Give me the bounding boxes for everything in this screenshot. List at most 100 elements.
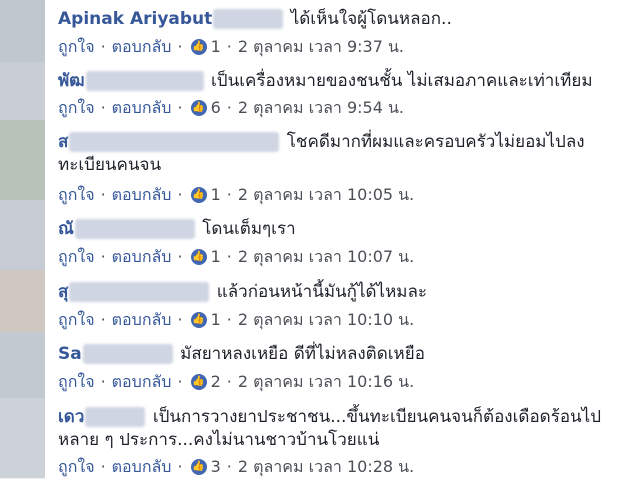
comment-text: มัสยาหลงเหยือ ดีที่ไม่หลงติดเหยือ	[180, 344, 425, 364]
comment: Apinak Ariyabut ได้เห็นใจผู้โดนหลอก..	[58, 8, 640, 31]
separator: ·	[226, 457, 232, 476]
blurred-name	[69, 282, 210, 302]
separator: ·	[177, 457, 183, 476]
separator: ·	[177, 247, 183, 266]
separator: ·	[226, 372, 232, 391]
blurred-name	[82, 344, 173, 364]
comment: พัฒ เป็นเครื่องหมายของชนชั้น ไม่เสมอภาคแ…	[58, 70, 640, 93]
separator: ·	[177, 310, 183, 329]
reply-link[interactable]: ตอบกลับ	[112, 37, 172, 57]
like-link[interactable]: ถูกใจ	[58, 310, 95, 330]
comment-actions: ถูกใจ · ตอบกลับ · 👍 1 · 2 ตุลาคม เวลา 9:…	[58, 37, 404, 57]
timestamp[interactable]: 2 ตุลาคม เวลา 10:16 น.	[238, 372, 414, 392]
like-link[interactable]: ถูกใจ	[58, 185, 95, 205]
separator: ·	[226, 98, 232, 117]
commenter-name[interactable]: เดว	[58, 407, 84, 427]
separator: ·	[100, 310, 106, 329]
commenter-name[interactable]: Sa	[58, 344, 82, 364]
timestamp[interactable]: 2 ตุลาคม เวลา 10:10 น.	[238, 310, 414, 330]
commenter-name[interactable]: พัฒ	[58, 71, 85, 91]
separator: ·	[100, 185, 106, 204]
avatar[interactable]	[0, 270, 45, 333]
separator: ·	[226, 247, 232, 266]
separator: ·	[177, 98, 183, 117]
avatar[interactable]	[0, 398, 45, 479]
thumbs-up-icon[interactable]: 👍	[190, 100, 207, 116]
separator: ·	[100, 372, 106, 391]
comment-body: เดว เป็นการวางยาประชาชน...ขึ้นทะเบียนคนจ…	[58, 406, 640, 429]
comment: เดว เป็นการวางยาประชาชน...ขึ้นทะเบียนคนจ…	[58, 406, 640, 452]
reply-link[interactable]: ตอบกลับ	[112, 310, 172, 330]
comment-actions: ถูกใจ · ตอบกลับ · 👍 1 · 2 ตุลาคม เวลา 10…	[58, 247, 414, 267]
avatar[interactable]	[0, 332, 45, 399]
separator: ·	[226, 37, 232, 56]
like-count[interactable]: 1	[211, 310, 221, 330]
timestamp[interactable]: 2 ตุลาคม เวลา 10:07 น.	[238, 247, 414, 267]
thumbs-up-icon[interactable]: 👍	[190, 459, 207, 475]
comment-body: สุ แล้วก่อนหน้านี้มันกู้ได้ไหมละ	[58, 281, 640, 304]
comment-body: Sa มัสยาหลงเหยือ ดีที่ไม่หลงติดเหยือ	[58, 343, 640, 366]
comment-body: ณั โดนเต็มๆเรา	[58, 218, 640, 241]
like-count[interactable]: 1	[211, 247, 221, 267]
blurred-name	[213, 9, 284, 29]
blurred-name	[69, 132, 280, 152]
reply-link[interactable]: ตอบกลับ	[112, 185, 172, 205]
separator: ·	[100, 98, 106, 117]
commenter-name[interactable]: Apinak Ariyabut	[58, 9, 212, 29]
like-count[interactable]: 2	[211, 372, 221, 392]
blurred-name	[85, 407, 146, 427]
like-count[interactable]: 1	[211, 185, 221, 205]
avatar[interactable]	[0, 200, 45, 271]
separator: ·	[177, 372, 183, 391]
avatar[interactable]	[0, 120, 45, 201]
timestamp[interactable]: 2 ตุลาคม เวลา 10:28 น.	[238, 457, 414, 477]
reply-link[interactable]: ตอบกลับ	[112, 98, 172, 118]
reply-link[interactable]: ตอบกลับ	[112, 247, 172, 267]
like-link[interactable]: ถูกใจ	[58, 247, 95, 267]
timestamp[interactable]: 2 ตุลาคม เวลา 10:05 น.	[238, 185, 414, 205]
blurred-name	[74, 219, 195, 239]
like-count[interactable]: 3	[211, 457, 221, 477]
commenter-name[interactable]: ณั	[58, 219, 74, 239]
comment: Sa มัสยาหลงเหยือ ดีที่ไม่หลงติดเหยือ	[58, 343, 640, 366]
thumbs-up-icon[interactable]: 👍	[190, 39, 207, 55]
comment-actions: ถูกใจ · ตอบกลับ · 👍 3 · 2 ตุลาคม เวลา 10…	[58, 457, 414, 477]
separator: ·	[177, 185, 183, 204]
like-count[interactable]: 6	[211, 98, 221, 118]
reply-link[interactable]: ตอบกลับ	[112, 372, 172, 392]
blurred-name	[85, 71, 204, 91]
separator: ·	[100, 457, 106, 476]
comment-text: เป็นเครื่องหมายของชนชั้น ไม่เสมอภาคและเท…	[210, 71, 593, 91]
reply-link[interactable]: ตอบกลับ	[112, 457, 172, 477]
avatar[interactable]	[0, 62, 45, 121]
avatar-column	[0, 0, 45, 479]
avatar[interactable]	[0, 0, 45, 63]
like-link[interactable]: ถูกใจ	[58, 372, 95, 392]
commenter-name[interactable]: ส	[58, 132, 68, 152]
commenter-name[interactable]: สุ	[58, 282, 68, 302]
separator: ·	[100, 247, 106, 266]
thumbs-up-icon[interactable]: 👍	[190, 187, 207, 203]
comment-text-line-2: หลาย ๆ ประการ...คงไม่นานชาวบ้านโวยแน่	[58, 430, 380, 450]
comment-actions: ถูกใจ · ตอบกลับ · 👍 6 · 2 ตุลาคม เวลา 9:…	[58, 98, 404, 118]
thumbs-up-icon[interactable]: 👍	[190, 249, 207, 265]
separator: ·	[100, 37, 106, 56]
comment-actions: ถูกใจ · ตอบกลับ · 👍 1 · 2 ตุลาคม เวลา 10…	[58, 185, 414, 205]
comment-actions: ถูกใจ · ตอบกลับ · 👍 2 · 2 ตุลาคม เวลา 10…	[58, 372, 414, 392]
comment-text-line-2: ทะเบียนคนจน	[58, 155, 162, 175]
timestamp[interactable]: 2 ตุลาคม เวลา 9:54 น.	[238, 98, 404, 118]
thumbs-up-icon[interactable]: 👍	[190, 374, 207, 390]
comment-body: Apinak Ariyabut ได้เห็นใจผู้โดนหลอก..	[58, 8, 640, 31]
thumbs-up-icon[interactable]: 👍	[190, 312, 207, 328]
comment: ณั โดนเต็มๆเรา	[58, 218, 640, 241]
comment-text: โชคดีมากที่ผมและครอบครัวไม่ยอมไปลง	[286, 132, 585, 152]
comment-text: โดนเต็มๆเรา	[202, 219, 296, 239]
like-link[interactable]: ถูกใจ	[58, 37, 95, 57]
comment-body: ส โชคดีมากที่ผมและครอบครัวไม่ยอมไปลง	[58, 131, 640, 154]
like-link[interactable]: ถูกใจ	[58, 457, 95, 477]
comment-text: ได้เห็นใจผู้โดนหลอก..	[290, 9, 452, 29]
comment-actions: ถูกใจ · ตอบกลับ · 👍 1 · 2 ตุลาคม เวลา 10…	[58, 310, 414, 330]
like-link[interactable]: ถูกใจ	[58, 98, 95, 118]
like-count[interactable]: 1	[211, 37, 221, 57]
timestamp[interactable]: 2 ตุลาคม เวลา 9:37 น.	[238, 37, 404, 57]
